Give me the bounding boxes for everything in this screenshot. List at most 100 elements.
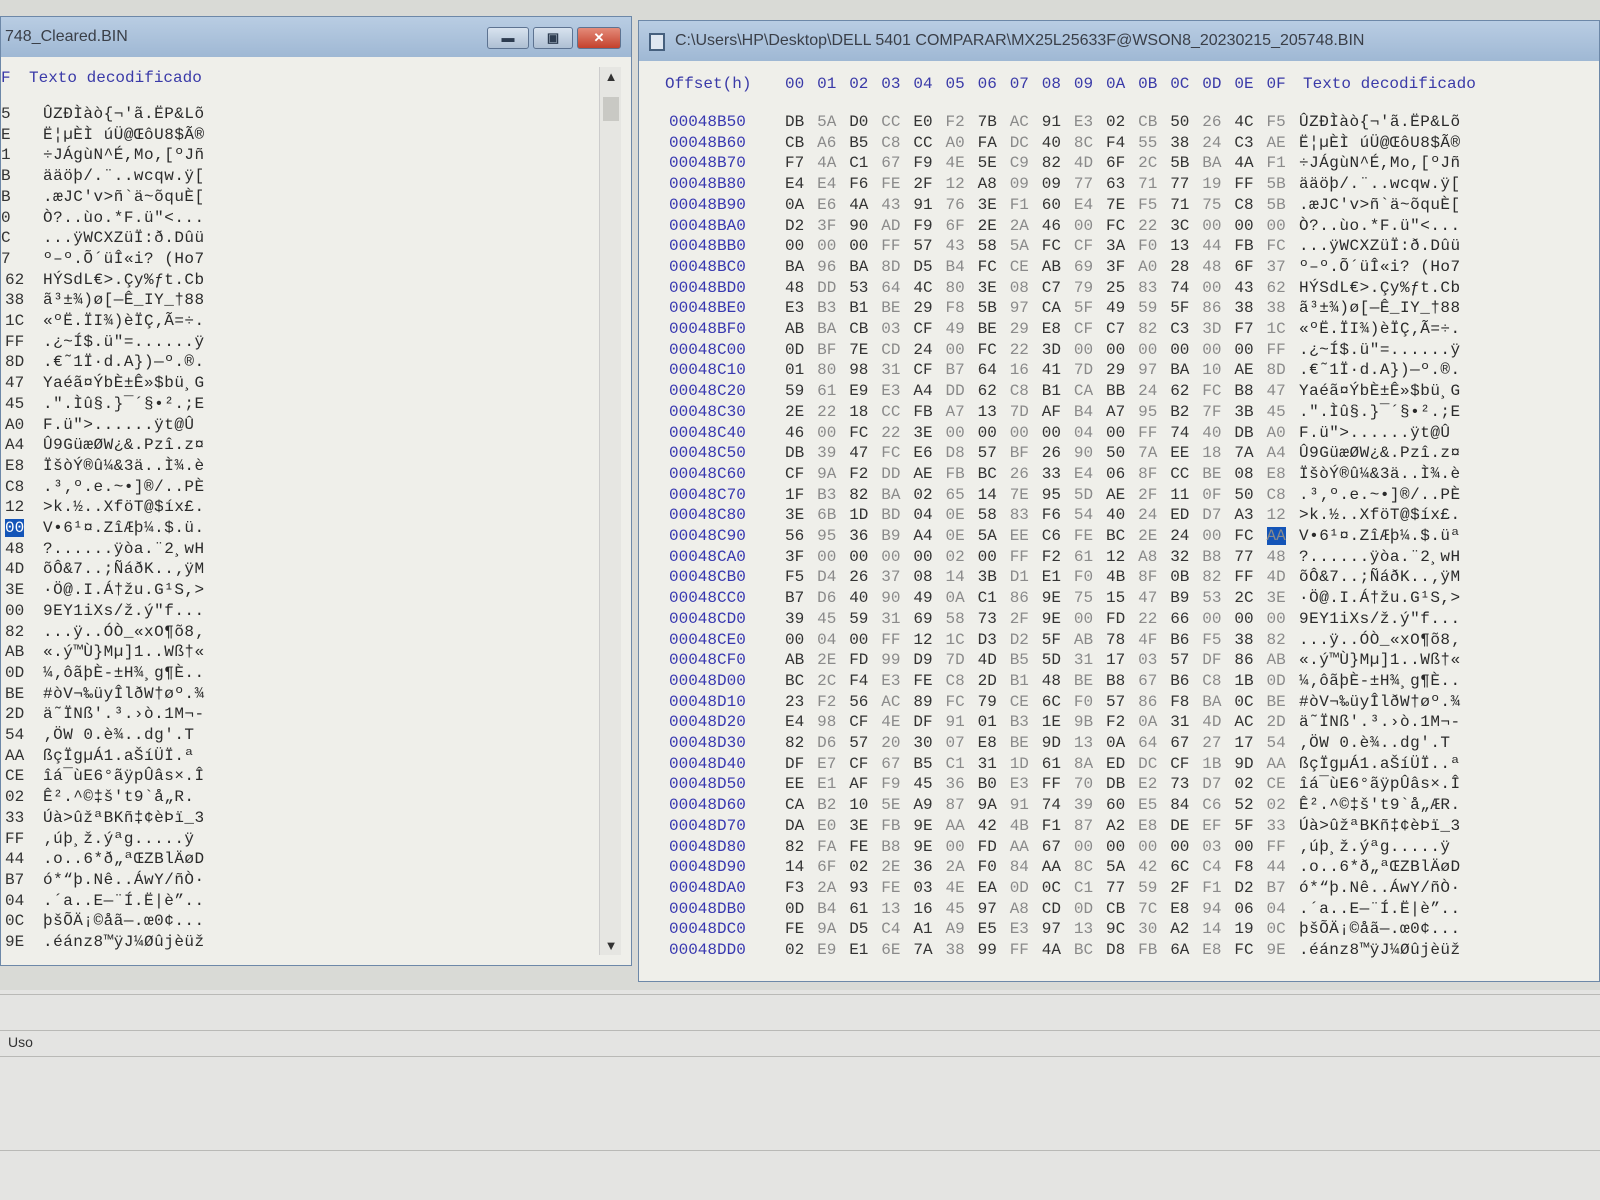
hex-byte[interactable]: 22 bbox=[1138, 610, 1157, 628]
hex-byte[interactable]: 53 bbox=[1202, 589, 1221, 607]
hex-byte[interactable]: 9E bbox=[1042, 589, 1061, 607]
hex-byte[interactable]: 12 bbox=[1267, 506, 1286, 524]
hex-byte[interactable]: FD bbox=[849, 651, 868, 669]
hex-byte[interactable]: 13 bbox=[1074, 734, 1093, 752]
hex-byte[interactable]: 9C bbox=[1106, 920, 1125, 938]
hex-byte[interactable]: DD bbox=[946, 382, 965, 400]
hex-byte[interactable]: 4B bbox=[1010, 817, 1029, 835]
hex-byte[interactable]: 8A bbox=[1074, 755, 1093, 773]
hex-byte[interactable]: 00 bbox=[817, 237, 836, 255]
hex-byte[interactable]: FF bbox=[1042, 775, 1061, 793]
decoded-text[interactable]: .€˜1Ï·d.A})—º.®. bbox=[1299, 361, 1461, 379]
hex-byte[interactable]: F1 bbox=[1202, 879, 1221, 897]
hex-byte[interactable]: 62 bbox=[1170, 382, 1189, 400]
hex-byte[interactable]: 14 bbox=[978, 486, 997, 504]
decoded-text[interactable]: 9EY1iXs/ž.ý"f... bbox=[43, 602, 205, 620]
hex-byte[interactable]: F7 bbox=[785, 154, 804, 172]
hex-byte[interactable]: 00 bbox=[785, 631, 804, 649]
hex-byte[interactable]: 13 bbox=[1170, 237, 1189, 255]
hex-byte[interactable]: E9 bbox=[849, 382, 868, 400]
hex-byte[interactable]: 00 bbox=[1267, 217, 1286, 235]
decoded-text[interactable]: ‚ÖW 0.è¾..dg'.T bbox=[43, 726, 195, 744]
row-offset[interactable]: 00048BE0 bbox=[669, 299, 746, 317]
hex-byte[interactable]: 02 bbox=[849, 858, 868, 876]
hex-byte[interactable]: B4 bbox=[817, 900, 836, 918]
hex-byte[interactable]: 12 bbox=[1106, 548, 1125, 566]
decoded-text[interactable]: ...ÿ..ÓÒ_«xO¶õ8‚ bbox=[43, 623, 205, 641]
hex-byte[interactable]: A2 bbox=[1106, 817, 1125, 835]
hex-byte[interactable]: DC bbox=[1010, 134, 1029, 152]
selected-byte[interactable]: AA bbox=[1266, 527, 1286, 545]
hex-byte[interactable]: AC bbox=[881, 693, 900, 711]
hex-byte[interactable]: 1B bbox=[1234, 672, 1253, 690]
hex-byte[interactable]: 49 bbox=[946, 320, 965, 338]
hex-byte[interactable]: 89 bbox=[913, 693, 932, 711]
hex-byte[interactable]: F1 bbox=[1267, 154, 1286, 172]
hex-byte[interactable]: A4 bbox=[1267, 444, 1286, 462]
hex-byte[interactable]: 7E bbox=[1010, 486, 1029, 504]
hex-byte[interactable]: 06 bbox=[1234, 900, 1253, 918]
decoded-text[interactable]: .¿~Í$.ü"=......ÿ bbox=[43, 333, 205, 351]
decoded-text[interactable]: Ë¦µÈÌ úÜ@ŒôU8$Ã® bbox=[1299, 134, 1461, 152]
hex-byte[interactable]: 06 bbox=[1106, 465, 1125, 483]
hex-byte[interactable]: EE bbox=[785, 775, 804, 793]
hex-byte[interactable]: 95 bbox=[1138, 403, 1157, 421]
hex-byte[interactable]: 59 bbox=[1138, 299, 1157, 317]
hex-byte[interactable]: DC bbox=[1138, 755, 1157, 773]
hex-byte[interactable]: D6 bbox=[817, 734, 836, 752]
hex-byte[interactable]: 87 bbox=[946, 796, 965, 814]
hex-byte[interactable]: 46 bbox=[1042, 217, 1061, 235]
decoded-text[interactable]: ã³±¾)ø[—Ê_IY_†88 bbox=[43, 291, 205, 309]
hex-byte[interactable]: 56 bbox=[849, 693, 868, 711]
hex-byte[interactable]: 5B bbox=[978, 299, 997, 317]
hex-byte[interactable]: AC bbox=[1234, 713, 1253, 731]
hex-byte[interactable]: F5 bbox=[1267, 113, 1286, 131]
hex-byte[interactable]: 1F bbox=[785, 486, 804, 504]
hex-byte[interactable]: 74 bbox=[1170, 424, 1189, 442]
hex-byte[interactable]: 11 bbox=[1170, 486, 1189, 504]
hex-byte[interactable]: BE bbox=[881, 299, 900, 317]
decoded-text[interactable]: º–º.Õ´üÎ«i? (Ho7 bbox=[43, 250, 205, 268]
hex-byte[interactable]: A8 bbox=[1138, 548, 1157, 566]
hex-byte[interactable]: 54 bbox=[5, 726, 24, 744]
hex-byte[interactable]: CC bbox=[1170, 465, 1189, 483]
decoded-text[interactable]: ä˜ÏNß'.³.›ò.1M¬- bbox=[1299, 713, 1461, 731]
hex-byte[interactable]: F2 bbox=[1106, 713, 1125, 731]
hex-byte[interactable]: C8 bbox=[1234, 196, 1253, 214]
hex-byte[interactable]: 45 bbox=[5, 395, 24, 413]
row-offset[interactable]: 00048D80 bbox=[669, 838, 746, 856]
hex-byte[interactable]: A3 bbox=[1234, 506, 1253, 524]
hex-byte[interactable]: 31 bbox=[1170, 713, 1189, 731]
hex-byte[interactable]: DB bbox=[1234, 424, 1253, 442]
hex-byte[interactable]: 38 bbox=[1234, 631, 1253, 649]
hex-byte[interactable]: CF bbox=[1074, 320, 1093, 338]
hex-byte[interactable]: 48 bbox=[785, 279, 804, 297]
hex-byte[interactable]: 3F bbox=[1106, 258, 1125, 276]
hex-byte[interactable]: 04 bbox=[913, 506, 932, 524]
decoded-text[interactable]: ã³±¾)ø[—Ê_IY_†88 bbox=[1299, 299, 1461, 317]
hex-byte[interactable]: 61 bbox=[817, 382, 836, 400]
row-offset[interactable]: 00048B60 bbox=[669, 134, 746, 152]
hex-byte[interactable]: C8 bbox=[1202, 672, 1221, 690]
hex-byte[interactable]: 62 bbox=[5, 271, 24, 289]
hex-byte[interactable]: 99 bbox=[978, 941, 997, 959]
hex-byte[interactable]: 46 bbox=[785, 424, 804, 442]
decoded-text[interactable]: .éánz8™ÿJ¼Øûjèüž bbox=[43, 933, 205, 951]
hex-byte[interactable]: 00 bbox=[1267, 610, 1286, 628]
hex-byte[interactable]: B4 bbox=[1074, 403, 1093, 421]
hex-byte[interactable]: D3 bbox=[978, 631, 997, 649]
hex-byte[interactable]: B8 bbox=[1106, 672, 1125, 690]
hex-byte[interactable]: AB bbox=[785, 320, 804, 338]
hex-byte[interactable]: 74 bbox=[1170, 279, 1189, 297]
hex-byte[interactable]: A0 bbox=[5, 416, 24, 434]
row-offset[interactable]: 00048DC0 bbox=[669, 920, 746, 938]
hex-byte[interactable]: 1C bbox=[5, 312, 24, 330]
decoded-text[interactable]: ·Ö@.I.Á†žu.G¹S,> bbox=[1299, 589, 1461, 607]
hex-byte[interactable]: 4F bbox=[1138, 631, 1157, 649]
hex-byte[interactable]: 6C bbox=[1170, 858, 1189, 876]
hex-byte[interactable]: 01 bbox=[978, 713, 997, 731]
hex-byte[interactable]: CC bbox=[881, 403, 900, 421]
hex-byte[interactable]: 2F bbox=[913, 175, 932, 193]
hex-byte[interactable]: B5 bbox=[913, 755, 932, 773]
hex-byte[interactable]: 56 bbox=[785, 527, 804, 545]
